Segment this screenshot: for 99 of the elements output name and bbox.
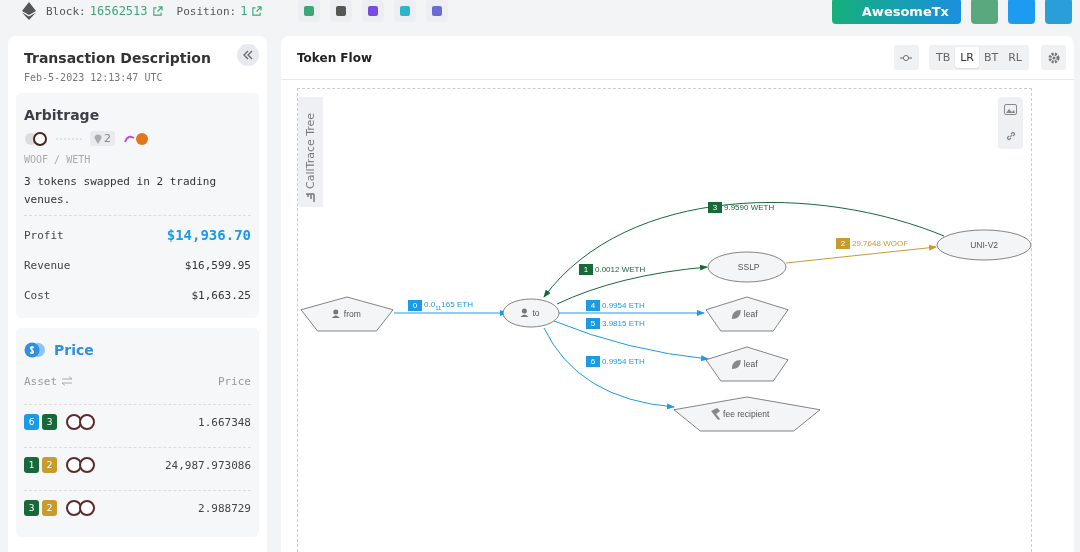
settings-icon	[1047, 51, 1060, 64]
step-badge: 3	[708, 202, 722, 213]
step-badge: 6	[586, 356, 600, 367]
layout-tab[interactable]: BT	[978, 47, 1004, 68]
transfer-amount: 0.9954 ETH	[602, 357, 645, 366]
panel-title: Transaction Description	[24, 50, 211, 66]
node-label: to	[532, 308, 540, 318]
image-icon[interactable]	[1004, 104, 1017, 116]
token-icon	[79, 500, 95, 516]
step-badge: 2	[836, 238, 850, 249]
column-header: Asset	[24, 374, 58, 388]
price-value: 1.667348	[198, 415, 251, 429]
column-header: Price	[217, 374, 251, 388]
transfer-amount: 0.0$_{11}$165 ETH	[424, 300, 473, 311]
transfer-amount: 3.9815 ETH	[602, 319, 645, 328]
graph-node[interactable]	[502, 298, 560, 328]
collapse-button[interactable]	[237, 44, 259, 66]
metric-value: $14,936.70	[166, 227, 251, 243]
flow-arrow[interactable]	[556, 264, 708, 305]
fit-view-button[interactable]	[893, 45, 919, 70]
tree-icon	[305, 193, 316, 203]
token-icon	[79, 457, 95, 473]
node-label: leaf	[743, 309, 758, 319]
step-badge: 5	[586, 318, 600, 329]
leaf-icon	[731, 360, 741, 369]
toolbar-button[interactable]	[426, 0, 449, 22]
step-badge: 3	[24, 500, 39, 516]
double-chevron-icon	[242, 50, 254, 60]
step-badge: 6	[24, 414, 39, 430]
token-icon	[79, 414, 95, 430]
graph-node[interactable]	[705, 296, 789, 332]
metric-label: Profit	[24, 228, 64, 242]
metric-label: Cost	[24, 288, 51, 302]
coins-icon	[24, 342, 46, 358]
panel-title: Token Flow	[297, 50, 373, 65]
price-value: 24,987.973086	[164, 458, 251, 472]
link-icon[interactable]	[1004, 129, 1017, 142]
flow-arrow[interactable]	[553, 320, 709, 362]
metric-value: $1,663.25	[191, 288, 251, 302]
token-icon	[24, 131, 48, 146]
step-badge: 2	[42, 457, 57, 473]
summary-text: 3 tokens swapped in 2 trading venues.	[24, 173, 251, 216]
graph-node[interactable]	[707, 251, 787, 283]
swap-icon[interactable]	[61, 376, 74, 386]
step-badge: 3	[42, 414, 57, 430]
venue-icon	[123, 131, 149, 146]
graph-node[interactable]	[300, 296, 394, 332]
pin-icon	[94, 133, 102, 144]
hammer-icon	[711, 408, 721, 420]
transfer-amount: 9.9590 WETH	[724, 203, 775, 212]
flow-arrow[interactable]	[543, 202, 945, 298]
external-link-icon[interactable]	[251, 5, 263, 17]
step-badge: 0	[408, 300, 422, 311]
graph-node[interactable]	[673, 396, 821, 432]
step-badge: 4	[586, 300, 600, 311]
card-title: Price	[54, 342, 94, 358]
ethereum-icon	[22, 2, 36, 20]
node-label: leaf	[743, 359, 758, 369]
transfer-amount: 29.7648 WOOF	[852, 239, 909, 248]
user-icon	[520, 308, 529, 317]
token-pair: WOOF / WETH	[24, 154, 92, 165]
flow-arrow[interactable]	[558, 310, 705, 316]
external-link-icon[interactable]	[151, 5, 163, 17]
token-icon	[66, 457, 82, 473]
node-icon	[900, 53, 913, 62]
metric-value: $16,599.95	[184, 258, 251, 272]
metric-label: Revenue	[24, 258, 71, 272]
card-title: Arbitrage	[24, 107, 101, 123]
block-link[interactable]: 16562513	[89, 4, 148, 18]
position-link[interactable]: 1	[240, 4, 248, 18]
timestamp: Feb-5-2023 12:13:47 UTC	[23, 72, 164, 83]
graph-node[interactable]	[705, 346, 789, 382]
settings-button[interactable]	[1041, 45, 1066, 70]
transfer-amount: 0.9954 ETH	[602, 301, 645, 310]
token-icon	[66, 414, 82, 430]
leaf-icon	[731, 310, 741, 319]
node-label: SSLP	[737, 262, 760, 272]
user-icon	[331, 309, 340, 318]
toolbar-button[interactable]	[362, 0, 385, 22]
node-label: UNI-V2	[970, 240, 999, 250]
layout-tab[interactable]: RL	[1003, 47, 1027, 68]
toolbar-button[interactable]	[330, 0, 353, 22]
venue-count: 2	[90, 131, 115, 146]
block-label: Block:	[46, 4, 86, 18]
flow-arrow[interactable]	[543, 327, 675, 410]
calltrace-tab[interactable]: CallTrace Tree	[298, 97, 323, 207]
token-icon	[66, 500, 82, 516]
step-badge: 1	[24, 457, 39, 473]
graph-node[interactable]	[936, 229, 1031, 261]
node-label: fee recipient	[723, 409, 770, 419]
step-badge: 2	[42, 500, 57, 516]
step-badge: 1	[579, 264, 593, 275]
transfer-amount: 0.0012 WETH	[595, 265, 646, 274]
position-label: Position:	[176, 4, 237, 18]
layout-tab[interactable]: LR	[955, 47, 979, 68]
share-button[interactable]: AwesomeTx	[831, 0, 961, 24]
price-value: 2.988729	[198, 501, 251, 515]
node-label: from	[343, 309, 361, 319]
layout-tab[interactable]: TB	[930, 47, 956, 68]
